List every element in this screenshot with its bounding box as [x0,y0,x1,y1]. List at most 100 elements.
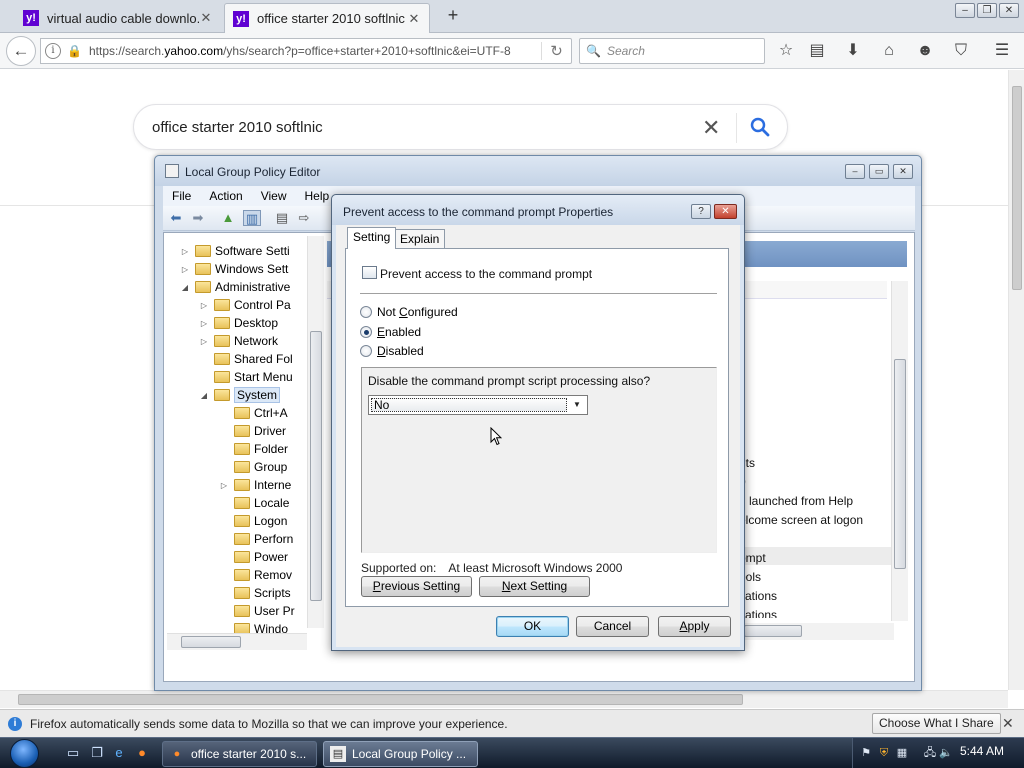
scroll-thumb[interactable] [894,359,906,569]
radio-enabled[interactable]: Enabled [360,324,421,340]
taskbar-item-firefox[interactable]: ● office starter 2010 s... [162,741,317,767]
radio-not-configured[interactable]: Not Configured [360,304,458,320]
taskbar-item-gpe[interactable]: ▤ Local Group Policy ... [323,741,478,767]
scroll-thumb[interactable] [1012,86,1022,290]
ok-button[interactable]: OK [496,616,569,637]
tree-horizontal-scrollbar[interactable] [167,633,307,650]
tree-node[interactable]: ◢ Administrative [179,278,290,296]
back-button[interactable]: ← [6,36,36,66]
tab-close-icon[interactable]: ✕ [199,10,213,26]
expand-arrow-icon[interactable]: ▷ [198,301,210,310]
download-icon[interactable]: ⬇ [842,41,864,61]
next-setting-button[interactable]: Next Setting [479,576,590,597]
tab-office-starter[interactable]: y! office starter 2010 softlnic -... ✕ [224,3,430,33]
speaker-icon[interactable]: 🔈 [939,746,953,760]
forward-arrow-icon[interactable]: ➡ [189,210,207,226]
new-tab-button[interactable]: + [443,5,463,26]
tree-node[interactable]: Ctrl+A [218,404,288,422]
switch-windows-icon[interactable]: ❐ [88,744,106,762]
dialog-close-button[interactable]: ✕ [714,204,737,219]
browser-search-field[interactable]: 🔍 Search [579,38,765,64]
search-query-text[interactable]: office starter 2010 softlnic [152,119,323,136]
gpe-minimize-button[interactable]: – [845,164,865,179]
menu-action[interactable]: Action [200,189,251,203]
tab-virtual-audio[interactable]: y! virtual audio cable downlo... ✕ [15,3,221,33]
gpe-maximize-button[interactable]: ▭ [869,164,889,179]
tree-node[interactable]: ▷ Software Setti [179,242,290,260]
close-window-button[interactable]: ✕ [999,3,1019,18]
cancel-button[interactable]: Cancel [576,616,649,637]
tab-setting[interactable]: Setting [347,227,397,249]
scroll-thumb[interactable] [310,331,322,601]
firefox-icon[interactable]: ● [133,744,151,762]
gpe-close-button[interactable]: ✕ [893,164,913,179]
tree-vertical-scrollbar[interactable] [307,236,324,628]
expand-arrow-icon[interactable]: ▷ [179,247,191,256]
expand-arrow-icon[interactable]: ▷ [218,481,230,490]
minimize-button[interactable]: – [955,3,975,18]
tree-node[interactable]: Remov [218,566,292,584]
reading-list-icon[interactable]: ▤ [806,41,828,61]
site-info-icon[interactable]: i [45,43,61,59]
close-notification-icon[interactable]: ✕ [1002,715,1014,732]
menu-file[interactable]: File [163,189,200,203]
restore-button[interactable]: ❐ [977,3,997,18]
tree-node[interactable]: Group [218,458,287,476]
help-button[interactable]: ? [691,204,711,219]
show-tree-icon[interactable]: ▥ [243,210,261,226]
tree-node[interactable]: Power [218,548,288,566]
properties-icon[interactable]: ▤ [273,210,291,226]
chevron-down-icon[interactable]: ▼ [569,398,585,412]
windows-orb-icon[interactable] [10,739,39,768]
hello-icon[interactable]: ☻ [914,41,936,61]
radio-circle[interactable] [360,326,372,338]
scroll-thumb[interactable] [18,694,743,705]
script-processing-dropdown[interactable]: No ▼ [368,395,588,415]
choose-what-i-share-button[interactable]: Choose What I Share [872,713,1001,734]
menu-view[interactable]: View [252,189,296,203]
tree-node[interactable]: Locale [218,494,289,512]
tree-node[interactable]: Logon [218,512,287,530]
taskbar-clock[interactable]: 5:44 AM [960,744,1004,758]
tree-node[interactable]: Perforn [218,530,293,548]
expand-arrow-icon[interactable]: ▷ [198,319,210,328]
menu-icon[interactable]: ☰ [991,41,1013,61]
details-horizontal-scrollbar[interactable] [744,623,894,640]
scroll-thumb[interactable] [181,636,241,648]
security-alert-icon[interactable]: ⛨ [877,746,891,760]
expand-arrow-icon[interactable]: ▷ [198,337,210,346]
search-icon[interactable] [748,115,772,139]
yahoo-search-box[interactable]: office starter 2010 softlnic ✕ [133,104,788,150]
radio-circle[interactable] [360,345,372,357]
tree-node[interactable]: ▷ Network [198,332,278,350]
internet-explorer-icon[interactable]: e [110,744,128,762]
dialog-titlebar[interactable]: Prevent access to the command prompt Pro… [332,195,744,225]
show-desktop-icon[interactable]: ▭ [64,744,82,762]
tree-node[interactable]: ▷ Interne [218,476,291,494]
details-vertical-scrollbar[interactable] [891,281,908,621]
start-button[interactable] [6,738,46,768]
gpe-titlebar[interactable]: Local Group Policy Editor – ▭ ✕ [155,156,921,186]
url-text[interactable]: https://search.yahoo.com/yhs/search?p=of… [89,44,519,58]
tree-node[interactable]: ▷ Windows Sett [179,260,288,278]
page-vertical-scrollbar[interactable] [1008,70,1024,690]
page-horizontal-scrollbar[interactable] [0,690,1008,708]
url-bar[interactable]: i 🔒 https://search.yahoo.com/yhs/search?… [40,38,572,64]
tree-node[interactable]: Shared Fol [198,350,293,368]
collapse-arrow-icon[interactable]: ◢ [198,391,210,400]
network-shield-icon[interactable]: ⚑ [859,746,873,760]
policy-row-fragment[interactable]: g launched from Help [739,494,853,508]
expand-arrow-icon[interactable]: ▷ [179,265,191,274]
radio-disabled[interactable]: Disabled [360,343,424,359]
tree-node[interactable]: ▷ Control Pa [198,296,291,314]
policy-row-fragment[interactable]: elcome screen at logon [739,513,863,527]
scroll-thumb[interactable] [744,625,802,637]
tree-node[interactable]: Scripts [218,584,291,602]
tree-node[interactable]: Start Menu [198,368,293,386]
export-icon[interactable]: ⇨ [295,210,313,226]
reload-icon[interactable]: ↻ [541,42,571,60]
tree-node[interactable]: Folder [218,440,288,458]
tree-node[interactable]: ▷ Desktop [198,314,278,332]
radio-circle[interactable] [360,306,372,318]
network-icon[interactable]: 🖧 [923,746,937,760]
